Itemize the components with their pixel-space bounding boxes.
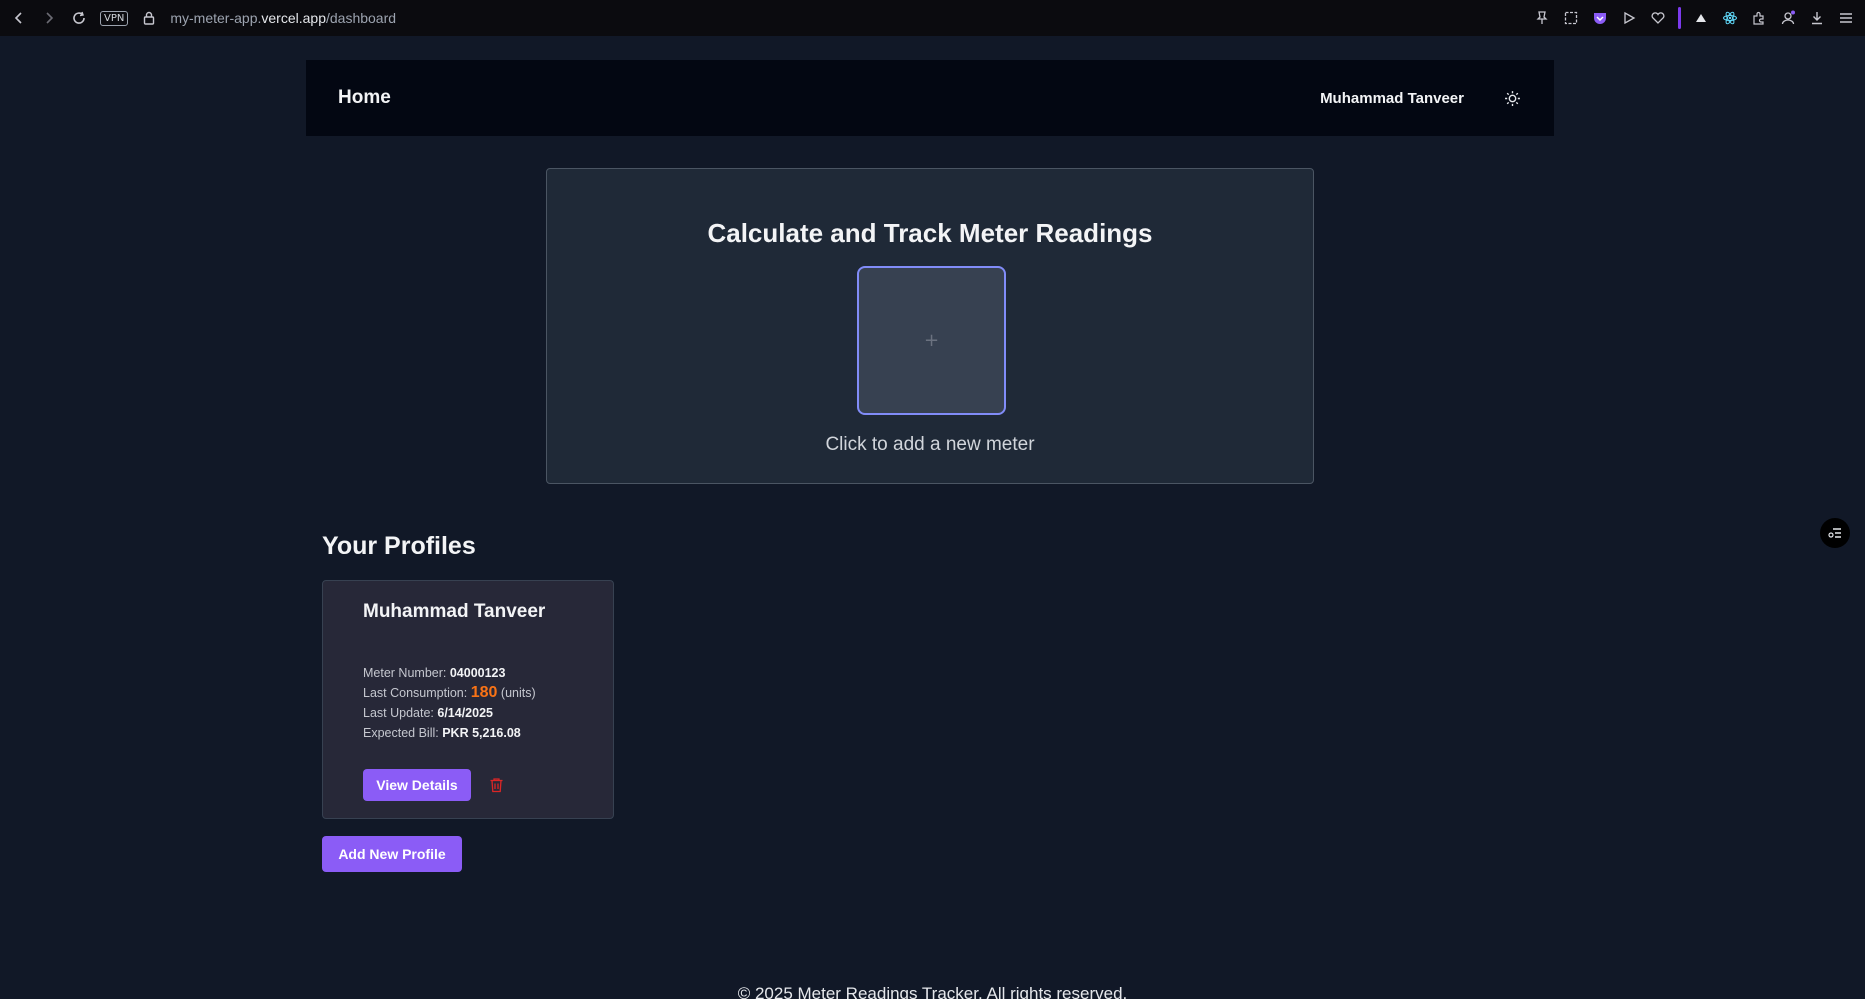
list-settings-icon xyxy=(1828,528,1841,538)
profiles-title: Your Profiles xyxy=(322,532,476,560)
profile-name: Muhammad Tanveer xyxy=(363,601,546,622)
add-meter-button[interactable]: + xyxy=(857,266,1006,415)
navbar: Home Muhammad Tanveer xyxy=(306,60,1554,136)
pocket-icon[interactable] xyxy=(1591,9,1609,27)
vpn-badge[interactable]: VPN xyxy=(100,10,129,26)
back-icon[interactable] xyxy=(10,9,28,27)
account-icon[interactable] xyxy=(1779,9,1797,27)
snapshot-icon[interactable] xyxy=(1562,9,1580,27)
meter-number-line: Meter Number: 04000123 xyxy=(363,663,536,683)
sun-icon xyxy=(1504,90,1520,106)
forward-icon[interactable] xyxy=(40,9,58,27)
browser-toolbar: VPN my-meter-app.vercel.app/dashboard xyxy=(0,0,1865,36)
delete-profile-button[interactable] xyxy=(487,776,505,794)
hero-caption: Click to add a new meter xyxy=(825,434,1035,455)
extensions-icon[interactable] xyxy=(1750,9,1768,27)
consumption-line: Last Consumption: 180 (units) xyxy=(363,683,536,703)
nav-user-name[interactable]: Muhammad Tanveer xyxy=(1320,90,1464,107)
toolbar-separator xyxy=(1678,7,1681,29)
last-update-label: Last Update: xyxy=(363,706,434,720)
url-path: /dashboard xyxy=(325,10,397,26)
profile-card: Muhammad Tanveer Meter Number: 04000123 … xyxy=(322,580,614,819)
expected-bill-label: Expected Bill: xyxy=(363,726,439,740)
consumption-label: Last Consumption: xyxy=(363,686,468,700)
url-domain: vercel.app xyxy=(261,10,326,26)
url-prefix: my-meter-app. xyxy=(170,10,262,26)
menu-icon[interactable] xyxy=(1837,9,1855,27)
meter-number-label: Meter Number: xyxy=(363,666,447,680)
address-bar[interactable]: my-meter-app.vercel.app/dashboard xyxy=(170,10,396,26)
triangle-icon[interactable] xyxy=(1692,9,1710,27)
plus-icon: + xyxy=(923,330,940,351)
add-meter-panel: Calculate and Track Meter Readings + Cli… xyxy=(546,168,1314,484)
consumption-value: 180 xyxy=(470,684,498,701)
nav-home-link[interactable]: Home xyxy=(338,87,391,109)
heart-icon[interactable] xyxy=(1649,9,1667,27)
last-update-line: Last Update: 6/14/2025 xyxy=(363,703,536,723)
meter-number-value: 04000123 xyxy=(449,666,506,680)
download-icon[interactable] xyxy=(1808,9,1826,27)
reload-icon[interactable] xyxy=(70,9,88,27)
floating-menu-button[interactable] xyxy=(1820,518,1850,548)
last-update-value: 6/14/2025 xyxy=(437,706,493,720)
lock-icon[interactable] xyxy=(140,9,158,27)
footer-text: © 2025 Meter Readings Tracker. All right… xyxy=(737,984,1128,999)
add-new-profile-button[interactable]: Add New Profile xyxy=(322,836,462,872)
react-devtools-icon[interactable] xyxy=(1721,9,1739,27)
pin-icon[interactable] xyxy=(1533,9,1551,27)
theme-toggle-button[interactable] xyxy=(1502,88,1522,108)
nav-right: Muhammad Tanveer xyxy=(1320,88,1522,108)
app-container: Home Muhammad Tanveer Calculate and Trac… xyxy=(306,60,1554,968)
expected-bill-value: PKR 5,216.08 xyxy=(442,726,521,740)
browser-extensions xyxy=(1533,7,1855,29)
play-icon[interactable] xyxy=(1620,9,1638,27)
profile-details: Meter Number: 04000123 Last Consumption:… xyxy=(363,663,536,743)
expected-bill-line: Expected Bill: PKR 5,216.08 xyxy=(363,723,536,743)
hero-title: Calculate and Track Meter Readings xyxy=(707,218,1153,248)
consumption-unit: (units) xyxy=(500,686,536,700)
view-details-button[interactable]: View Details xyxy=(363,769,471,801)
trash-icon xyxy=(490,778,502,793)
